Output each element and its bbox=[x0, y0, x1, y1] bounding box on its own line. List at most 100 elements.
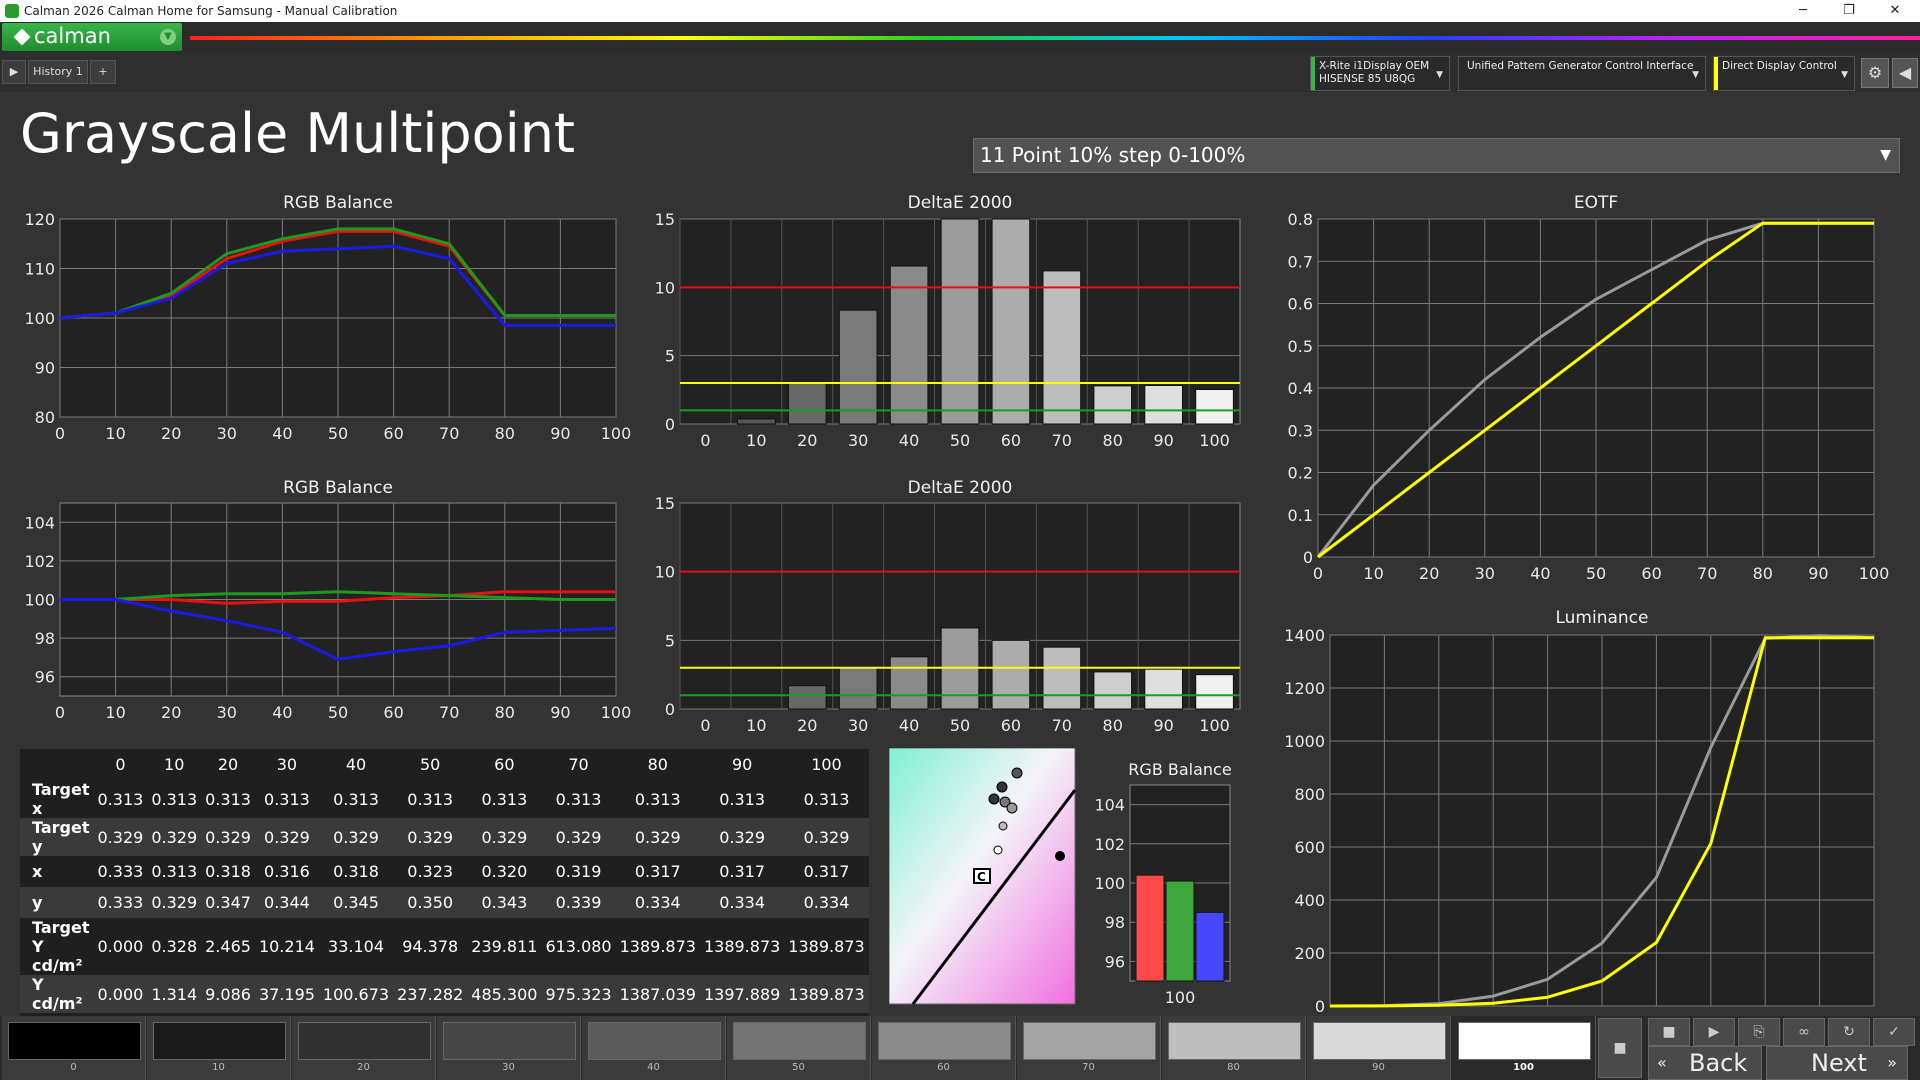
swatch-label: 20 bbox=[357, 1062, 370, 1073]
pattern-generator-selector[interactable]: Unified Pattern Generator Control Interf… bbox=[1458, 56, 1706, 91]
table-cell: 1389.873 bbox=[699, 918, 785, 975]
table-cell: 0.313 bbox=[147, 856, 202, 887]
play-icon[interactable]: ▶ bbox=[1693, 1018, 1735, 1046]
x-tick-label: 90 bbox=[550, 424, 570, 443]
chart-title: EOTF bbox=[1574, 193, 1618, 213]
preset-dropdown[interactable]: 11 Point 10% step 0-100% ▼ bbox=[973, 138, 1900, 173]
table-cell: 0.313 bbox=[393, 780, 468, 818]
display-control-status-stripe bbox=[1714, 57, 1718, 90]
swatch-10[interactable]: 10 bbox=[147, 1016, 291, 1080]
table-cell: 237.282 bbox=[393, 975, 468, 1013]
bar bbox=[1042, 270, 1082, 425]
next-button[interactable]: Next » bbox=[1766, 1046, 1908, 1080]
table-cell: 0.329 bbox=[784, 818, 869, 856]
check-icon[interactable]: ✓ bbox=[1873, 1018, 1915, 1046]
x-tick-label: 100 bbox=[601, 424, 632, 443]
y-tick-label: 0.7 bbox=[1288, 252, 1313, 271]
y-tick-label: 0.5 bbox=[1288, 337, 1313, 356]
swatch-70[interactable]: 70 bbox=[1017, 1016, 1161, 1080]
refresh-icon[interactable]: ↻ bbox=[1828, 1018, 1870, 1046]
table-cell: 9.086 bbox=[201, 975, 255, 1013]
maximize-button[interactable]: ❐ bbox=[1826, 0, 1872, 22]
y-tick-label: 98 bbox=[1105, 913, 1125, 932]
minimize-button[interactable]: ─ bbox=[1780, 0, 1826, 22]
x-tick-label: 20 bbox=[1419, 564, 1439, 583]
swatch-30[interactable]: 30 bbox=[437, 1016, 581, 1080]
swatch-80[interactable]: 80 bbox=[1162, 1016, 1306, 1080]
swatch-40[interactable]: 40 bbox=[582, 1016, 726, 1080]
back-button[interactable]: « Back bbox=[1648, 1046, 1762, 1080]
x-tick-label: 100 bbox=[1165, 988, 1196, 1007]
table-cell: 100.673 bbox=[318, 975, 394, 1013]
x-tick-label: 70 bbox=[1701, 1013, 1721, 1015]
x-tick-label: 100 bbox=[1859, 1013, 1890, 1015]
x-tick-label: 20 bbox=[797, 431, 817, 450]
stop-icon[interactable]: ■ bbox=[1648, 1018, 1690, 1046]
chart-rgb-balance-top: RGB Balance 80 90 100 110 120 0 10 20 30 40 50 60 70 8… bbox=[24, 193, 632, 443]
table-cell: 0.329 bbox=[93, 818, 148, 856]
bar bbox=[787, 685, 827, 710]
display-control-selector[interactable]: Direct Display Control ▼ bbox=[1713, 56, 1855, 91]
table-cell: 0.318 bbox=[318, 856, 394, 887]
swatch-label: 80 bbox=[1227, 1062, 1240, 1073]
table-cell: 1397.889 bbox=[699, 975, 785, 1013]
table-cell: 0.317 bbox=[784, 856, 869, 887]
display-control-name: Direct Display Control bbox=[1722, 60, 1837, 72]
table-cell: 0.333 bbox=[93, 887, 148, 918]
table-row-label: x bbox=[20, 856, 94, 887]
table-cell: 0.323 bbox=[393, 856, 468, 887]
table-cell: 0.350 bbox=[393, 887, 468, 918]
save-icon[interactable]: ⎘ bbox=[1738, 1018, 1780, 1046]
swatch-100[interactable]: 100 bbox=[1452, 1016, 1596, 1080]
y-tick-label: 100 bbox=[24, 309, 55, 328]
x-tick-label: 90 bbox=[1153, 431, 1173, 450]
table-column-header: 60 bbox=[467, 749, 542, 780]
table-cell: 485.300 bbox=[467, 975, 542, 1013]
table-cell: 0.329 bbox=[615, 818, 700, 856]
table-cell: 0.320 bbox=[467, 856, 542, 887]
swatch-20[interactable]: 20 bbox=[292, 1016, 436, 1080]
table-cell: 0.313 bbox=[318, 780, 394, 818]
chart-title: DeltaE 2000 bbox=[908, 193, 1013, 213]
tab-history-1[interactable]: History 1 bbox=[28, 60, 88, 84]
swatch-0[interactable]: 0 bbox=[2, 1016, 146, 1080]
y-tick-label: 102 bbox=[1094, 835, 1125, 854]
x-tick-label: 50 bbox=[950, 716, 970, 735]
swatch-chip bbox=[1313, 1022, 1446, 1060]
add-tab-button[interactable]: + bbox=[90, 60, 116, 84]
stop-pattern-icon[interactable]: ■ bbox=[1598, 1018, 1642, 1078]
table-cell: 0.000 bbox=[93, 918, 148, 975]
chevron-down-icon: ▼ bbox=[1692, 70, 1699, 80]
loop-icon[interactable]: ∞ bbox=[1783, 1018, 1825, 1046]
x-tick-label: 0 bbox=[700, 716, 710, 735]
y-tick-label: 400 bbox=[1294, 891, 1325, 910]
rainbow-bar bbox=[190, 36, 1920, 40]
play-icon[interactable]: ▶ bbox=[2, 60, 26, 84]
table-corner bbox=[20, 749, 94, 780]
x-tick-label: 50 bbox=[950, 431, 970, 450]
bar bbox=[940, 218, 980, 425]
collapse-panel-icon[interactable]: ◀ bbox=[1892, 58, 1918, 88]
swatch-60[interactable]: 60 bbox=[872, 1016, 1016, 1080]
bar bbox=[838, 309, 878, 425]
chevron-down-icon[interactable]: ▼ bbox=[160, 29, 176, 45]
bar bbox=[1144, 384, 1183, 425]
swatch-90[interactable]: 90 bbox=[1307, 1016, 1451, 1080]
swatch-50[interactable]: 50 bbox=[727, 1016, 871, 1080]
x-tick-label: 30 bbox=[217, 703, 237, 722]
calman-logo-menu[interactable]: calman ▼ bbox=[2, 23, 182, 51]
table-column-header: 20 bbox=[201, 749, 255, 780]
y-tick-label: 90 bbox=[35, 359, 55, 378]
gear-icon[interactable]: ⚙ bbox=[1861, 58, 1889, 88]
meter-selector[interactable]: X-Rite i1Display OEM HISENSE 85 U8QG ▼ bbox=[1310, 56, 1450, 91]
swatch-chip bbox=[1458, 1022, 1591, 1060]
y-tick-label: 10 bbox=[655, 278, 675, 297]
table-column-header: 40 bbox=[318, 749, 394, 780]
table-cell: 0.344 bbox=[254, 887, 319, 918]
bar bbox=[1042, 646, 1082, 710]
close-button[interactable]: ✕ bbox=[1872, 0, 1918, 22]
y-tick-label: 10 bbox=[655, 563, 675, 582]
bar bbox=[787, 381, 827, 425]
bar bbox=[889, 265, 929, 425]
table-cell: 0.347 bbox=[201, 887, 255, 918]
